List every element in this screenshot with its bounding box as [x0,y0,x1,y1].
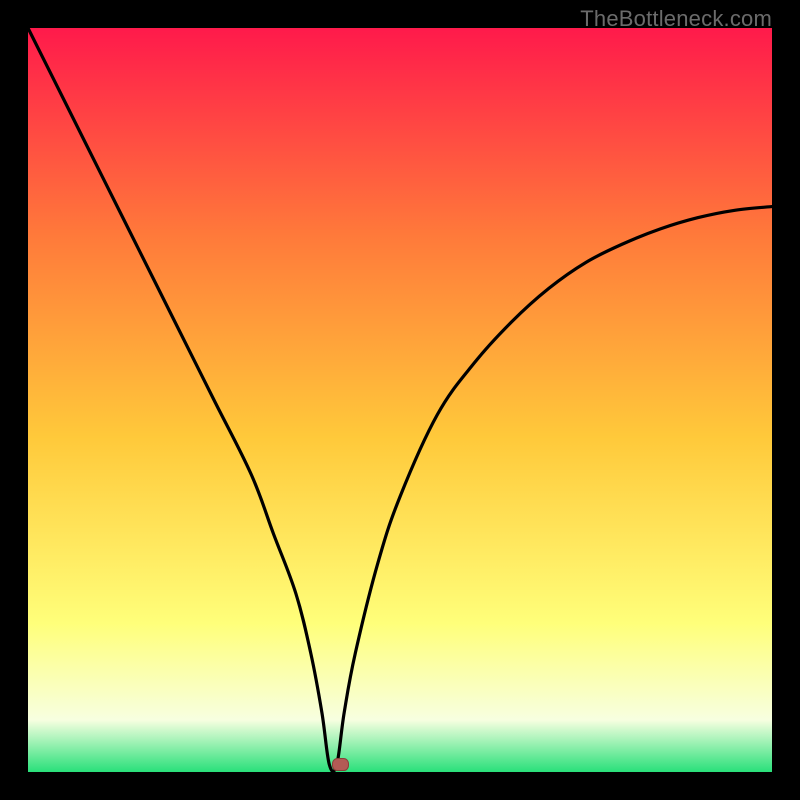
optimum-marker [332,759,348,771]
plot-area [28,28,772,772]
chart-frame: TheBottleneck.com [0,0,800,800]
bottleneck-chart [28,28,772,772]
gradient-background [28,28,772,772]
